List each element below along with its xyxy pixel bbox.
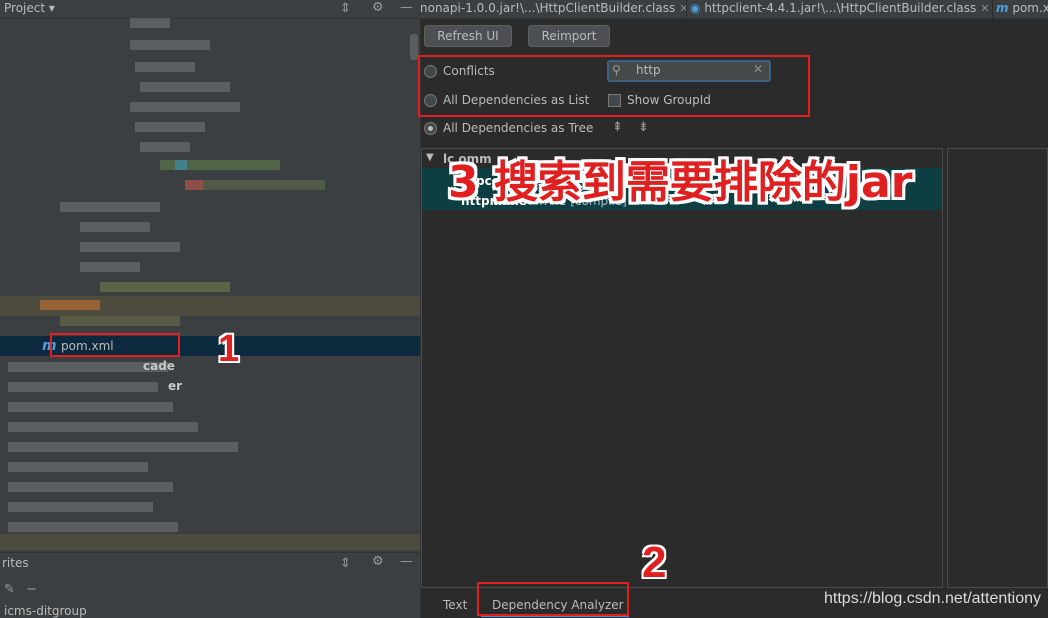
collapse-all-icon[interactable]: ⇟ <box>638 120 649 135</box>
dependency-details <box>947 148 1048 588</box>
annotation-step-3: 3 搜索到需要排除的jar <box>448 157 913 208</box>
reimport-button[interactable]: Reimport <box>528 25 610 47</box>
annotation-step-1: 1 <box>218 328 240 370</box>
close-icon[interactable]: ✕ <box>980 2 989 15</box>
tree-label-facade[interactable]: cade <box>143 359 175 373</box>
chevron-down-icon[interactable]: ▼ <box>426 152 434 163</box>
tree-label-er[interactable]: er <box>168 379 182 393</box>
maven-icon: m <box>996 1 1009 15</box>
watermark: https://blog.csdn.net/attentiony <box>824 590 1042 607</box>
annotation-step-2: 2 <box>642 538 667 587</box>
project-panel-title[interactable]: Project ▾ <box>4 1 55 15</box>
editor-tab-3-label: pom.x <box>1012 1 1048 15</box>
project-panel-header <box>0 0 420 19</box>
favorites-header <box>0 552 420 575</box>
collapse-icon[interactable]: ⇕ <box>340 1 351 16</box>
editor-tab-3[interactable]: m pom.x <box>996 1 1048 15</box>
gear-icon[interactable]: ⚙ <box>372 0 384 15</box>
tab-text[interactable]: Text <box>443 598 467 612</box>
collapse-icon[interactable]: ⇕ <box>340 556 351 571</box>
editor-tab-1-label: nonapi-1.0.0.jar!\...\HttpClientBuilder.… <box>420 1 676 15</box>
minimize-icon[interactable]: — <box>400 0 413 15</box>
class-icon: ◉ <box>690 1 701 15</box>
annotation-box-1 <box>50 333 180 357</box>
editor-tab-2-label: httpclient-4.4.1.jar!\...\HttpClientBuil… <box>704 1 977 15</box>
annotation-box-search <box>418 55 810 117</box>
remove-icon[interactable]: − <box>26 582 37 597</box>
minimize-icon[interactable]: — <box>400 554 413 569</box>
edit-icon[interactable]: ✎ <box>4 582 15 597</box>
expand-all-icon[interactable]: ⇞ <box>612 120 623 135</box>
project-title-text: Project <box>4 1 46 15</box>
tree-label: All Dependencies as Tree <box>443 121 594 135</box>
dependency-tree[interactable] <box>421 148 943 588</box>
tree-radio[interactable] <box>424 122 437 135</box>
project-tree[interactable] <box>0 18 420 550</box>
favorites-project[interactable]: icms-ditgroup <box>4 604 87 618</box>
refresh-ui-button[interactable]: Refresh UI <box>424 25 512 47</box>
gear-icon[interactable]: ⚙ <box>372 554 384 569</box>
favorites-title[interactable]: rites <box>2 556 29 570</box>
editor-tab-2[interactable]: ◉ httpclient-4.4.1.jar!\...\HttpClientBu… <box>690 1 990 15</box>
annotation-box-2 <box>477 582 629 616</box>
close-icon[interactable]: ✕ <box>679 2 688 15</box>
chevron-down-icon: ▾ <box>48 1 55 15</box>
editor-tab-1[interactable]: nonapi-1.0.0.jar!\...\HttpClientBuilder.… <box>420 1 688 15</box>
